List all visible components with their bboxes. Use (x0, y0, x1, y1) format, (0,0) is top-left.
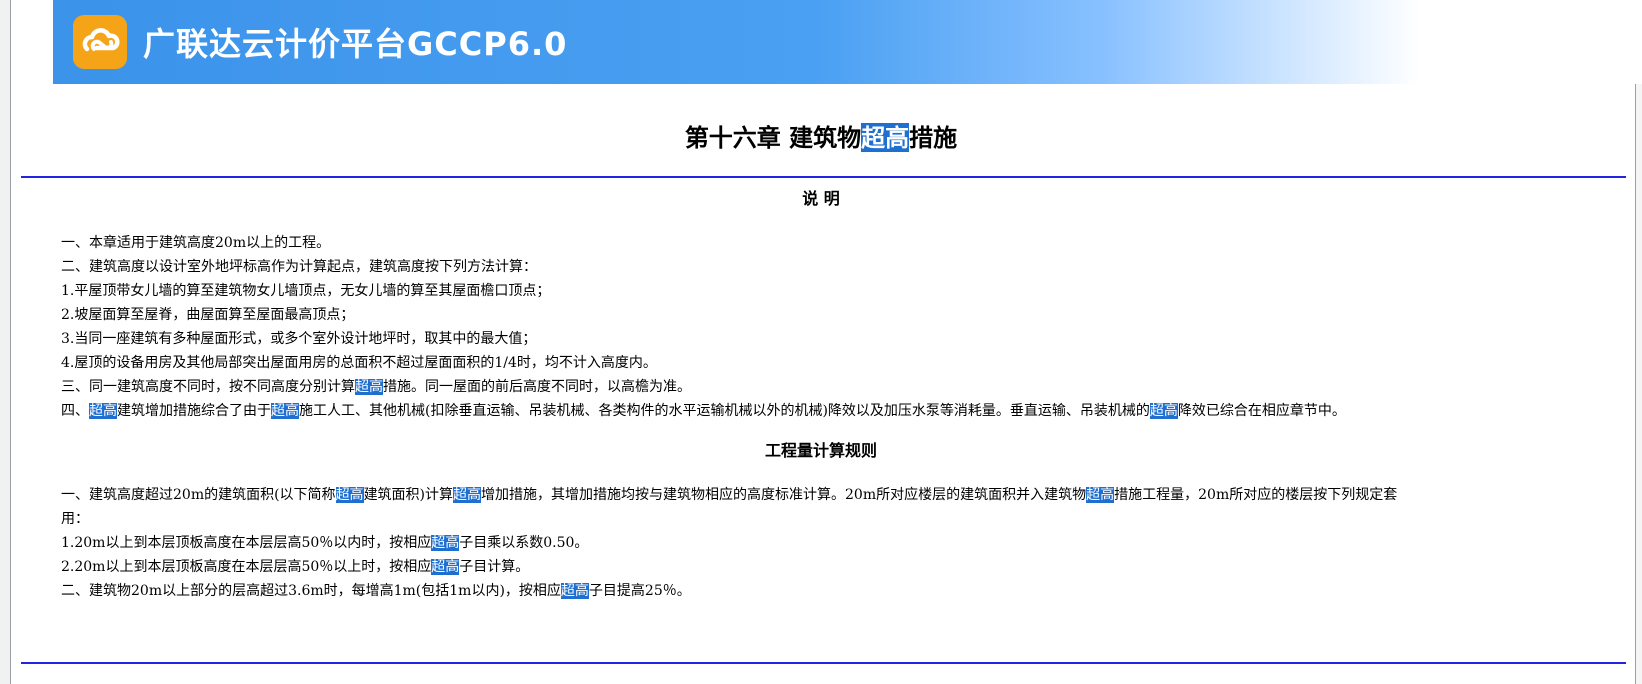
text-line: 3.当同一座建筑有多种屋面形式，或多个室外设计地坪时，取其中的最大值； (61, 327, 1561, 351)
text-line: 二、建筑物20m以上部分的层高超过3.6m时，每增高1m(包括1m以内)，按相应… (61, 579, 1561, 603)
text-segment: 二、建筑高度以设计室外地坪标高作为计算起点，建筑高度按下列方法计算： (61, 259, 537, 275)
rules-title: 工程量计算规则 (764, 441, 877, 460)
text-segment: 四、 (61, 403, 89, 419)
window-left-border (0, 0, 11, 684)
text-segment: 1.平屋顶带女儿墙的算至建筑物女儿墙顶点，无女儿墙的算至其屋面檐口顶点； (61, 283, 551, 299)
text-line: 二、建筑高度以设计室外地坪标高作为计算起点，建筑高度按下列方法计算： (61, 255, 1561, 279)
search-highlight: 超高 (560, 583, 589, 599)
text-segment: 施工人工、其他机械(扣除垂直运输、吊装机械、各类构件的水平运输机械以外的机械)降… (299, 403, 1150, 419)
divider-bottom (21, 662, 1626, 664)
search-highlight: 超高 (453, 487, 482, 503)
text-line: 1.平屋顶带女儿墙的算至建筑物女儿墙顶点，无女儿墙的算至其屋面檐口顶点； (61, 279, 1561, 303)
search-highlight: 超高 (431, 535, 460, 551)
text-segment: 建筑面积)计算 (363, 487, 454, 503)
divider-top (21, 176, 1626, 178)
text-segment: 增加措施，其增加措施均按与建筑物相应的高度标准计算。20m所对应楼层的建筑面积并… (481, 487, 1087, 503)
text-line: 三、同一建筑高度不同时，按不同高度分别计算超高措施。同一屋面的前后高度不同时，以… (61, 375, 1561, 399)
explanation-title: 说 明 (802, 189, 840, 208)
text-segment: 二、建筑物20m以上部分的层高超过3.6m时，每增高1m(包括1m以内)，按相应 (61, 583, 561, 599)
text-segment: 子目乘以系数0.50。 (459, 535, 589, 551)
search-highlight: 超高 (1149, 403, 1178, 419)
text-line: 2.坡屋面算至屋脊，曲屋面算至屋面最高顶点； (61, 303, 1561, 327)
explanation-body: 一、本章适用于建筑高度20m以上的工程。二、建筑高度以设计室外地坪标高作为计算起… (61, 231, 1561, 423)
text-segment: 三、同一建筑高度不同时，按不同高度分别计算 (61, 379, 355, 395)
text-line: 四、超高建筑增加措施综合了由于超高施工人工、其他机械(扣除垂直运输、吊装机械、各… (61, 399, 1561, 423)
search-highlight: 超高 (335, 487, 364, 503)
search-highlight: 超高 (355, 379, 383, 395)
search-highlight: 超高 (861, 123, 910, 152)
text-segment: 一、本章适用于建筑高度20m以上的工程。 (61, 235, 331, 251)
chapter-title-text: 第十六章 建筑物 (684, 123, 862, 152)
rules-body: 一、建筑高度超过20m的建筑面积(以下简称超高建筑面积)计算超高增加措施，其增加… (61, 483, 1561, 603)
search-highlight: 超高 (89, 403, 117, 419)
text-segment: 子目计算。 (459, 559, 530, 575)
text-segment: 1.20m以上到本层顶板高度在本层层高50％以内时，按相应 (61, 535, 432, 551)
text-line: 一、本章适用于建筑高度20m以上的工程。 (61, 231, 1561, 255)
text-segment: 措施工程量，20m所对应的楼层按下列规定套 (1114, 487, 1398, 503)
text-segment: 2.20m以上到本层顶板高度在本层层高50％以上时，按相应 (61, 559, 432, 575)
text-line: 用： (61, 507, 1561, 531)
text-segment: 子目提高25％。 (588, 583, 691, 599)
header-banner: 广联达云计价平台GCCP6.0 (53, 0, 1642, 84)
search-highlight: 超高 (1086, 487, 1115, 503)
text-segment: 降效已综合在相应章节中。 (1177, 403, 1346, 419)
text-segment: 2.坡屋面算至屋脊，曲屋面算至屋面最高顶点； (61, 307, 355, 323)
text-segment: 3.当同一座建筑有多种屋面形式，或多个室外设计地坪时，取其中的最大值； (61, 331, 537, 347)
app-title: 广联达云计价平台GCCP6.0 (143, 25, 568, 63)
text-segment: 措施。同一屋面的前后高度不同时，以高檐为准。 (383, 379, 691, 395)
text-segment: 一、建筑高度超过20m的建筑面积(以下简称 (61, 487, 336, 503)
chapter-title-text: 措施 (909, 123, 958, 152)
search-highlight: 超高 (271, 403, 299, 419)
text-segment: 建筑增加措施综合了由于 (117, 403, 271, 419)
text-segment: 4.屋顶的设备用房及其他局部突出屋面用房的总面积不超过屋面面积的1/4时，均不计… (61, 355, 657, 371)
chapter-title: 第十六章 建筑物超高措施 (0, 118, 1642, 153)
text-segment: 用： (61, 511, 89, 527)
text-line: 1.20m以上到本层顶板高度在本层层高50％以内时，按相应超高子目乘以系数0.5… (61, 531, 1561, 555)
text-line: 4.屋顶的设备用房及其他局部突出屋面用房的总面积不超过屋面面积的1/4时，均不计… (61, 351, 1561, 375)
search-highlight: 超高 (431, 559, 460, 575)
cloud-link-logo-icon (73, 15, 127, 69)
window-right-border (1635, 0, 1642, 684)
text-line: 2.20m以上到本层顶板高度在本层层高50％以上时，按相应超高子目计算。 (61, 555, 1561, 579)
text-line: 一、建筑高度超过20m的建筑面积(以下简称超高建筑面积)计算超高增加措施，其增加… (61, 483, 1561, 507)
